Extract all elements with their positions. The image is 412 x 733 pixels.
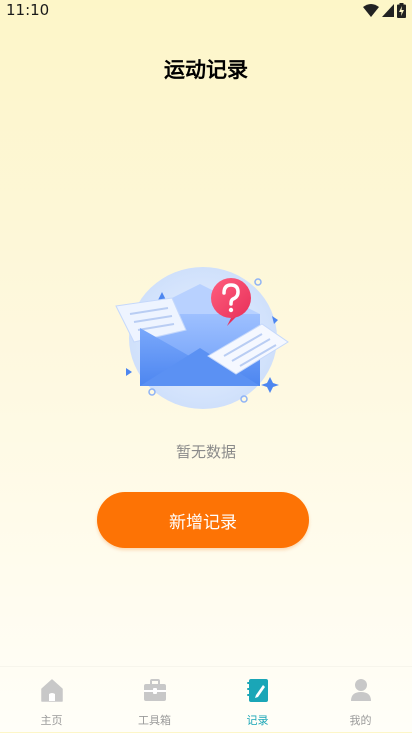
tab-toolbox[interactable]: 工具箱 <box>103 667 206 733</box>
battery-charging-icon <box>397 2 406 18</box>
tab-profile[interactable]: 我的 <box>309 667 412 733</box>
status-bar: 11:10 <box>0 0 412 20</box>
empty-state-message: 暂无数据 <box>175 443 236 461</box>
tab-home[interactable]: 主页 <box>0 667 103 733</box>
status-time: 11:10 <box>6 1 50 19</box>
tab-label: 记录 <box>246 714 269 727</box>
tab-records[interactable]: 记录 <box>206 667 309 733</box>
empty-mailbox-illustration <box>115 267 289 409</box>
page-title: 运动记录 <box>164 58 248 82</box>
wifi-icon <box>363 3 379 17</box>
toolbox-icon <box>143 679 166 701</box>
status-icons <box>363 2 406 18</box>
home-icon <box>40 679 63 702</box>
add-record-button[interactable]: 新增记录 <box>97 492 309 548</box>
cellular-signal-icon <box>382 3 394 17</box>
bottom-tab-bar: 主页 工具箱 记录 我的 <box>0 666 412 733</box>
tab-label: 我的 <box>349 714 372 727</box>
notebook-edit-icon <box>246 679 268 702</box>
tab-label: 主页 <box>40 714 63 727</box>
tab-label: 工具箱 <box>138 714 171 727</box>
person-icon <box>350 679 371 701</box>
